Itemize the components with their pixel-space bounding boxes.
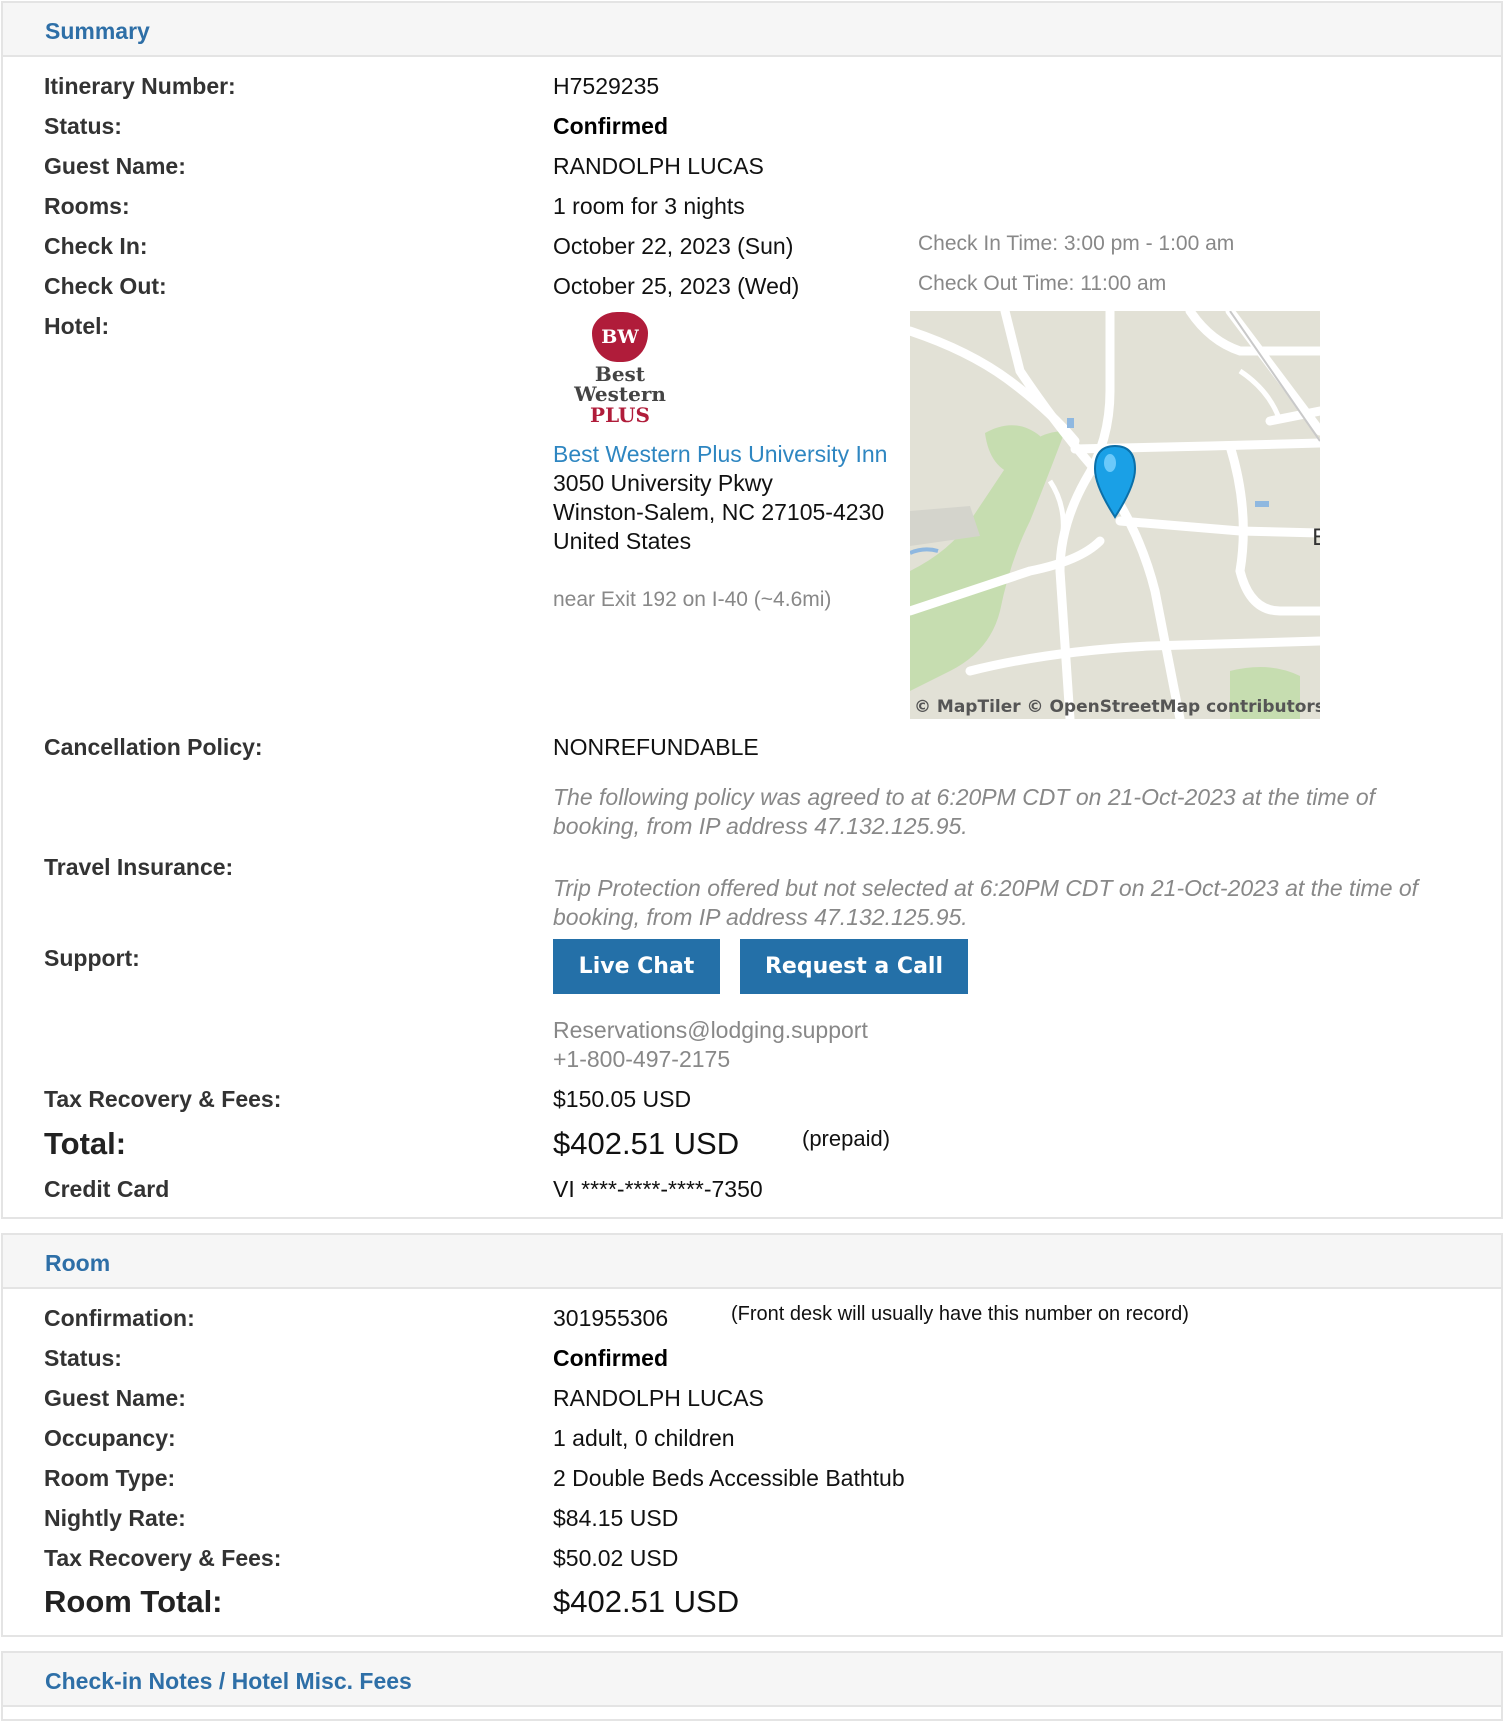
rooms-value: 1 room for 3 nights — [553, 193, 745, 219]
room-tax-label: Tax Recovery & Fees: — [44, 1545, 282, 1571]
check-in-time: Check In Time: 3:00 pm - 1:00 am — [918, 232, 1235, 255]
room-guest-value: RANDOLPH LUCAS — [553, 1385, 764, 1411]
live-chat-button[interactable]: Live Chat — [553, 939, 720, 994]
travel-insurance-label: Travel Insurance: — [44, 854, 234, 880]
support-label: Support: — [44, 945, 140, 971]
cancellation-label: Cancellation Policy: — [44, 734, 263, 760]
occupancy-value: 1 adult, 0 children — [553, 1425, 735, 1451]
map-pond-1 — [1067, 418, 1074, 428]
room-guest-label: Guest Name: — [44, 1385, 186, 1411]
room-header: Room — [3, 1235, 1501, 1289]
itinerary-label: Itinerary Number: — [44, 73, 236, 99]
check-out-label: Check Out: — [44, 273, 167, 299]
room-confirmation-note: (Front desk will usually have this numbe… — [731, 1303, 1189, 1325]
nightly-rate-value: $84.15 USD — [553, 1505, 679, 1531]
room-status-label: Status: — [44, 1345, 122, 1371]
checkin-notes-title: Check-in Notes / Hotel Misc. Fees — [45, 1668, 412, 1694]
room-confirmation-label: Confirmation: — [44, 1305, 195, 1331]
summary-header: Summary — [3, 3, 1501, 57]
support-phone[interactable]: +1-800-497-2175 — [553, 1046, 730, 1073]
support-email[interactable]: Reservations@lodging.support — [553, 1017, 868, 1044]
room-status-value: Confirmed — [553, 1345, 668, 1371]
credit-card-value: VI ****-****-****-7350 — [553, 1176, 763, 1202]
room-tax-value: $50.02 USD — [553, 1545, 679, 1571]
nightly-rate-label: Nightly Rate: — [44, 1505, 186, 1531]
hotel-logo-mark: BW — [601, 326, 639, 348]
checkin-notes-header[interactable]: Check-in Notes / Hotel Misc. Fees — [3, 1653, 1501, 1707]
request-call-button[interactable]: Request a Call — [740, 939, 968, 994]
room-type-label: Room Type: — [44, 1465, 176, 1491]
guest-name-value: RANDOLPH LUCAS — [553, 153, 764, 179]
hotel-logo-best: Best — [594, 362, 646, 386]
hotel-nearby: near Exit 192 on I-40 (~4.6mi) — [553, 588, 832, 611]
check-in-date: October 22, 2023 (Sun) — [553, 233, 794, 259]
hotel-label: Hotel: — [44, 313, 110, 339]
tax-fees-label: Tax Recovery & Fees: — [44, 1086, 282, 1112]
map-attribution[interactable]: © MapTiler © OpenStreetMap contributors — [914, 697, 1320, 717]
total-prepaid-note: (prepaid) — [802, 1126, 891, 1151]
itinerary-number: H7529235 — [553, 73, 660, 99]
cancellation-policy-value: NONREFUNDABLE — [553, 734, 759, 760]
check-in-label: Check In: — [44, 233, 148, 259]
total-value: $402.51 USD — [553, 1126, 740, 1161]
hotel-logo-western: Western — [574, 382, 666, 406]
map-stream — [910, 547, 939, 555]
map-svg: E © MapTiler © OpenStreetMap contributor… — [910, 311, 1320, 719]
hotel-address-line2: Winston-Salem, NC 27105-4230 — [553, 499, 885, 525]
hotel-logo-plus: PLUS — [590, 403, 650, 427]
status-label: Status: — [44, 113, 122, 139]
hotel-logo-badge: BW — [592, 312, 648, 362]
total-label: Total: — [44, 1126, 127, 1161]
hotel-map[interactable]: E © MapTiler © OpenStreetMap contributor… — [910, 311, 1320, 719]
occupancy-label: Occupancy: — [44, 1425, 176, 1451]
map-edge-label: E — [1312, 526, 1320, 551]
room-total-label: Room Total: — [44, 1584, 223, 1619]
check-out-date: October 25, 2023 (Wed) — [553, 273, 800, 299]
room-title: Room — [45, 1250, 111, 1276]
rooms-label: Rooms: — [44, 193, 130, 219]
summary-title: Summary — [45, 18, 150, 44]
room-type-value: 2 Double Beds Accessible Bathtub — [553, 1465, 905, 1491]
checkin-notes-panel: Check-in Notes / Hotel Misc. Fees — [1, 1651, 1503, 1721]
check-out-time: Check Out Time: 11:00 am — [918, 272, 1167, 295]
map-pin-icon — [1093, 444, 1137, 519]
hotel-country: United States — [553, 528, 692, 554]
room-panel: Room — [1, 1233, 1503, 1637]
map-pond-2 — [1255, 501, 1269, 507]
travel-insurance-note: Trip Protection offered but not selected… — [553, 875, 1419, 930]
hotel-logo: BW Best Western PLUS — [572, 312, 668, 440]
status-value: Confirmed — [553, 113, 668, 139]
room-total-value: $402.51 USD — [553, 1584, 740, 1619]
hotel-name-link[interactable]: Best Western Plus University Inn — [553, 441, 887, 468]
cancellation-note: The following policy was agreed to at 6:… — [553, 784, 1376, 839]
tax-fees-value: $150.05 USD — [553, 1086, 692, 1112]
room-confirmation-value: 301955306 — [553, 1305, 669, 1331]
credit-card-label: Credit Card — [44, 1176, 170, 1202]
guest-name-label: Guest Name: — [44, 153, 186, 179]
hotel-address-line1: 3050 University Pkwy — [553, 470, 773, 496]
